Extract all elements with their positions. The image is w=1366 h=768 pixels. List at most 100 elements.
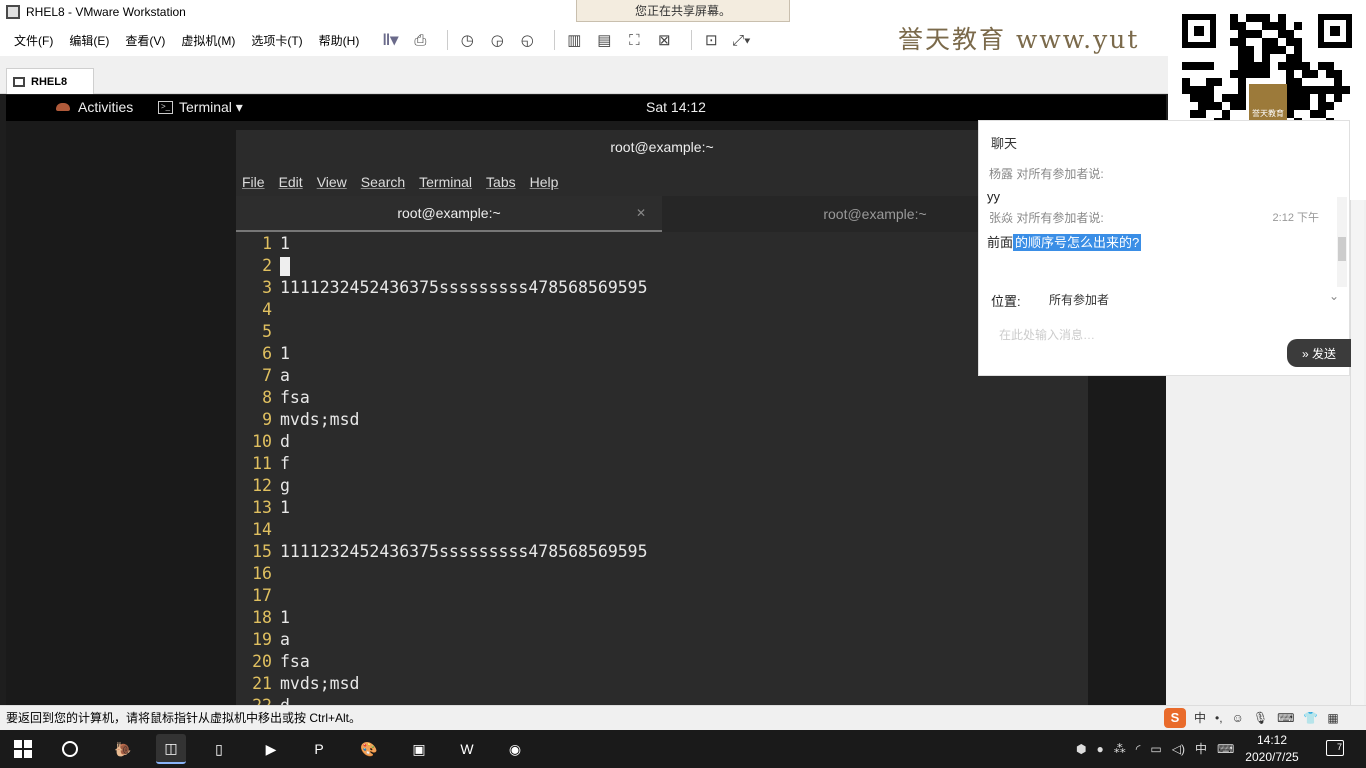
windows-start-icon[interactable]: [14, 740, 32, 758]
microphone-icon[interactable]: 🎙: [1253, 711, 1268, 725]
word-icon[interactable]: W: [452, 734, 482, 764]
vmware-taskbar-icon[interactable]: ◫: [156, 734, 186, 764]
terminal-line: 4: [236, 299, 1088, 321]
qr-module: [1246, 14, 1254, 22]
qr-module: [1326, 70, 1334, 78]
terminal-line: 9 mvds;msd: [236, 409, 1088, 431]
tab-rhel8[interactable]: RHEL8: [6, 68, 94, 94]
snapshot-manager-icon[interactable]: ◵: [516, 29, 538, 51]
app-menu[interactable]: >_ Terminal ▾: [158, 99, 243, 116]
send-ctrl-alt-del-icon[interactable]: ⎙: [409, 29, 431, 51]
qr-module: [1278, 14, 1286, 22]
qr-module: [1334, 78, 1342, 86]
terminal-menu-search[interactable]: Search: [361, 174, 405, 190]
activities-button[interactable]: Activities: [56, 99, 133, 115]
chat-message-input[interactable]: 在此处输入消息…: [999, 326, 1149, 343]
chat-scrollbar[interactable]: [1337, 197, 1347, 287]
remote-desktop-icon[interactable]: ▣: [404, 734, 434, 764]
cortana-search-icon[interactable]: [62, 741, 78, 757]
fullscreen-icon[interactable]: ⛶: [623, 29, 645, 51]
battery-icon[interactable]: ▭: [1150, 742, 1161, 756]
tray-app-icon[interactable]: ⬢: [1076, 742, 1086, 756]
pause-icon[interactable]: ‖▾: [379, 29, 401, 51]
menu-tabs[interactable]: 选项卡(T): [249, 30, 304, 51]
terminal-line: 21 mvds;msd: [236, 673, 1088, 695]
wifi-icon[interactable]: ◜: [1136, 742, 1141, 756]
qr-module: [1286, 110, 1294, 118]
right-scrollbar[interactable]: [1350, 200, 1364, 705]
unity-icon[interactable]: ⊠: [653, 29, 675, 51]
chat-send-button[interactable]: » 发送: [1287, 339, 1351, 367]
sidebar-toggle-icon[interactable]: ▥: [563, 29, 585, 51]
close-tab-icon[interactable]: ✕: [636, 206, 646, 220]
snapshot-icon[interactable]: ◷: [456, 29, 478, 51]
chat-scroll-thumb[interactable]: [1338, 237, 1346, 261]
qr-module: [1262, 46, 1270, 54]
app-menu-label: Terminal ▾: [179, 99, 243, 115]
taskbar-clock[interactable]: 14:12 2020/7/25: [1232, 732, 1312, 766]
qr-module: [1230, 70, 1238, 78]
qr-module: [1270, 46, 1278, 54]
chat-recipient-select[interactable]: 所有参加者: [1049, 291, 1109, 308]
terminal-menu-view[interactable]: View: [317, 174, 347, 190]
terminal-menubar: File Edit View Search Terminal Tabs Help: [236, 168, 1088, 196]
gnome-clock[interactable]: Sat 14:12: [646, 99, 706, 115]
notification-center-icon[interactable]: 7: [1326, 740, 1344, 756]
keyboard-icon[interactable]: ⌨: [1277, 711, 1294, 725]
menu-view[interactable]: 查看(V): [123, 30, 167, 51]
tray-app-icon[interactable]: ●: [1096, 742, 1103, 756]
browser-icon[interactable]: ◉: [500, 734, 530, 764]
qr-module: [1214, 78, 1222, 86]
qr-module: [1278, 22, 1286, 30]
terminal-menu-help[interactable]: Help: [530, 174, 559, 190]
terminal-content[interactable]: 1 1 2 3 1111232452436375sssssssss47856856959…: [236, 232, 1088, 705]
snail-app-icon[interactable]: 🐌: [108, 734, 138, 764]
chat-message-header: 张焱 对所有参加者说:: [989, 211, 1104, 225]
menu-help[interactable]: 帮助(H): [317, 30, 362, 51]
qr-module: [1334, 86, 1342, 94]
menu-file[interactable]: 文件(F): [12, 30, 55, 51]
ime-language-indicator[interactable]: 中: [1195, 740, 1207, 757]
chat-text-selection: 的顺序号怎么出来的?: [1013, 234, 1142, 251]
line-number: 14: [252, 520, 272, 539]
terminal-window[interactable]: root@example:~ File Edit View Search Ter…: [236, 130, 1088, 705]
qr-module: [1246, 70, 1254, 78]
qr-module: [1238, 54, 1246, 62]
terminal-menu-edit[interactable]: Edit: [279, 174, 303, 190]
qr-module: [1302, 62, 1310, 70]
console-icon[interactable]: ⊡: [700, 29, 722, 51]
ime-mode-icon[interactable]: 中: [1194, 709, 1206, 726]
terminal-menu-terminal[interactable]: Terminal: [419, 174, 472, 190]
stretch-icon[interactable]: ⤢▾: [730, 29, 752, 51]
tray-app-icon[interactable]: ⁂: [1114, 742, 1126, 756]
thumbnail-icon[interactable]: ▤: [593, 29, 615, 51]
emoji-icon[interactable]: ☺: [1232, 711, 1244, 725]
file-icon[interactable]: ▯: [204, 734, 234, 764]
terminal-titlebar[interactable]: root@example:~: [236, 130, 1088, 168]
screen-share-banner[interactable]: 您正在共享屏幕。: [576, 0, 790, 22]
powerpoint-icon[interactable]: P: [304, 734, 334, 764]
revert-snapshot-icon[interactable]: ◶: [486, 29, 508, 51]
chat-message-time: 2:12 下午: [1272, 212, 1319, 224]
menu-vm[interactable]: 虚拟机(M): [179, 30, 237, 51]
line-text: 1: [280, 344, 290, 363]
terminal-menu-file[interactable]: File: [242, 174, 265, 190]
qr-module: [1238, 22, 1246, 30]
video-player-icon[interactable]: ▶: [256, 734, 286, 764]
chat-recipient-label: 位置:: [991, 294, 1021, 309]
toolbox-icon[interactable]: ▦: [1327, 711, 1338, 725]
qr-module: [1190, 110, 1198, 118]
sogou-ime-icon[interactable]: S: [1164, 707, 1186, 728]
qr-module: [1198, 62, 1206, 70]
skin-icon[interactable]: 👕: [1303, 711, 1318, 725]
paint-icon[interactable]: 🎨: [354, 734, 384, 764]
volume-icon[interactable]: ◁): [1172, 742, 1185, 756]
menu-edit[interactable]: 编辑(E): [67, 30, 111, 51]
terminal-menu-tabs[interactable]: Tabs: [486, 174, 516, 190]
line-number: 5: [262, 322, 272, 341]
terminal-tab-label: root@example:~: [823, 206, 927, 222]
chevron-down-icon[interactable]: ⌄: [1329, 289, 1339, 303]
terminal-tab-1[interactable]: root@example:~ ✕: [236, 196, 662, 232]
qr-module: [1318, 62, 1326, 70]
punctuation-icon[interactable]: •,: [1215, 711, 1223, 725]
